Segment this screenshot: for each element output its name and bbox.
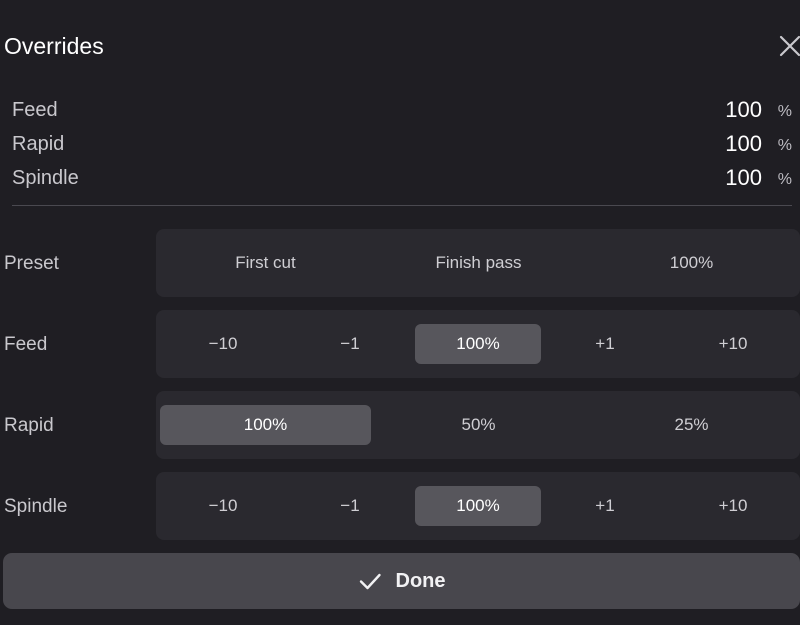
rapid-option-100[interactable]: 100% [160, 405, 371, 445]
preset-selector: First cut Finish pass 100% [156, 229, 800, 297]
done-button[interactable]: Done [3, 553, 800, 609]
feed-option-100[interactable]: 100% [415, 324, 541, 364]
summary-value: 100 [725, 131, 762, 156]
feed-label: Feed [4, 334, 48, 355]
summary-label: Spindle [12, 167, 79, 189]
feed-option-minus-10[interactable]: −10 [160, 324, 286, 364]
feed-option-plus-1[interactable]: +1 [542, 324, 668, 364]
summary-value: 100 [725, 165, 762, 190]
feed-option-plus-10[interactable]: +10 [670, 324, 796, 364]
check-icon [359, 573, 381, 590]
summary-label: Rapid [12, 133, 65, 155]
rapid-selector: 100% 50% 25% [156, 391, 800, 459]
spindle-option-plus-1[interactable]: +1 [542, 486, 668, 526]
preset-option-100[interactable]: 100% [586, 243, 797, 283]
divider [12, 205, 792, 206]
rapid-option-25[interactable]: 25% [586, 405, 797, 445]
spindle-label: Spindle [4, 496, 68, 517]
preset-option-finish-pass[interactable]: Finish pass [373, 243, 584, 283]
summary-label: Feed [12, 99, 58, 121]
summary-unit: % [777, 103, 792, 120]
spindle-option-plus-10[interactable]: +10 [670, 486, 796, 526]
dialog-title: Overrides [4, 33, 104, 59]
feed-option-minus-1[interactable]: −1 [287, 324, 413, 364]
spindle-option-minus-1[interactable]: −1 [287, 486, 413, 526]
summary-row-feed: Feed 100 % [12, 95, 792, 125]
summary-unit: % [777, 171, 792, 188]
spindle-option-minus-10[interactable]: −10 [160, 486, 286, 526]
spindle-option-100[interactable]: 100% [415, 486, 541, 526]
summary-row-spindle: Spindle 100 % [12, 163, 792, 193]
close-icon [779, 35, 800, 57]
summary-row-rapid: Rapid 100 % [12, 129, 792, 159]
close-button[interactable] [779, 35, 800, 57]
summary-value: 100 [725, 97, 762, 122]
feed-selector: −10 −1 100% +1 +10 [156, 310, 800, 378]
preset-label: Preset [4, 253, 59, 274]
preset-option-first-cut[interactable]: First cut [160, 243, 371, 283]
spindle-selector: −10 −1 100% +1 +10 [156, 472, 800, 540]
rapid-label: Rapid [4, 415, 54, 436]
summary-unit: % [777, 137, 792, 154]
done-label: Done [395, 569, 446, 592]
rapid-option-50[interactable]: 50% [373, 405, 584, 445]
